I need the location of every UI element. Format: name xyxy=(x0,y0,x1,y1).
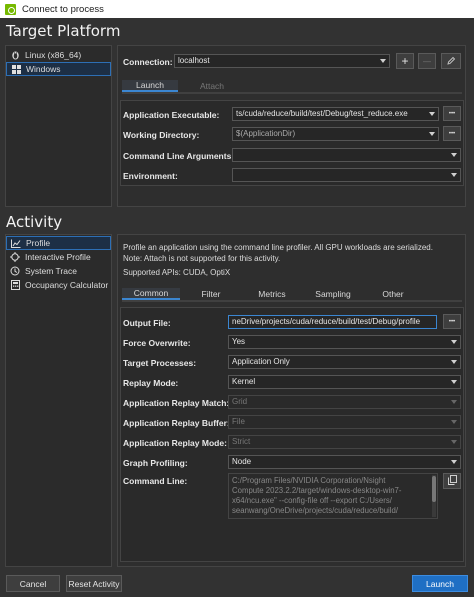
chevron-down-icon[interactable] xyxy=(426,127,438,141)
chevron-down-icon[interactable] xyxy=(377,54,389,68)
window-titlebar: Connect to process xyxy=(0,0,474,18)
activity-heading: Activity xyxy=(6,213,63,231)
command-line-text: seanwang/OneDrive/projects/cuda/reduce/b… xyxy=(232,506,398,515)
target-processes-label: Target Processes: xyxy=(123,358,197,368)
command-line-scrollbar[interactable] xyxy=(432,475,436,517)
activity-description-line: Supported APIs: CUDA, OptiX xyxy=(123,268,231,277)
browse-working-directory-button[interactable]: ••• xyxy=(443,126,461,141)
command-line-arguments-label: Command Line Arguments: xyxy=(123,151,235,161)
scrollbar-thumb[interactable] xyxy=(432,476,436,502)
activity-label-occupancy-calculator: Occupancy Calculator xyxy=(25,280,109,290)
target-processes-select[interactable]: Application Only xyxy=(228,355,461,369)
chevron-down-icon[interactable] xyxy=(426,107,438,121)
command-line-text: x64/ncu.exe" --config-file off --export … xyxy=(232,496,392,505)
application-replay-mode-select[interactable]: Strict xyxy=(228,435,461,449)
launch-button[interactable]: Launch xyxy=(412,575,468,592)
add-connection-button[interactable]: + xyxy=(396,53,414,69)
activity-label-profile: Profile xyxy=(26,238,51,248)
chevron-down-icon xyxy=(448,395,460,409)
application-replay-match-select[interactable]: Grid xyxy=(228,395,461,409)
windows-icon xyxy=(11,64,21,74)
profile-chart-icon xyxy=(11,238,21,248)
platform-label-linux: Linux (x86_64) xyxy=(25,50,82,60)
command-line-text: Compute 2023.2.2/target/windows-desktop-… xyxy=(232,486,402,495)
chevron-down-icon[interactable] xyxy=(448,148,460,162)
output-file-field[interactable]: neDrive/projects/cuda/reduce/build/test/… xyxy=(228,315,437,329)
replay-mode-select[interactable]: Kernel xyxy=(228,375,461,389)
platform-item-linux[interactable]: Linux (x86_64) xyxy=(6,48,111,62)
command-line-arguments-field[interactable] xyxy=(232,148,461,162)
application-replay-buffer-label: Application Replay Buffer: xyxy=(123,418,230,428)
activity-description: Profile an application using the command… xyxy=(123,242,463,278)
chevron-down-icon[interactable] xyxy=(448,168,460,182)
connection-label: Connection: xyxy=(123,57,173,67)
activity-tabs-underline xyxy=(122,300,462,302)
chevron-down-icon[interactable] xyxy=(448,375,460,389)
remove-connection-button[interactable]: — xyxy=(418,53,436,69)
graph-profiling-select[interactable]: Node xyxy=(228,455,461,469)
activity-item-interactive-profile[interactable]: Interactive Profile xyxy=(6,250,111,264)
interactive-profile-icon xyxy=(10,252,20,262)
activity-description-line: Note: Attach is not supported for this a… xyxy=(123,254,281,263)
command-line-label: Command Line: xyxy=(123,476,188,486)
graph-profiling-label: Graph Profiling: xyxy=(123,458,188,468)
cancel-button[interactable]: Cancel xyxy=(6,575,60,592)
application-replay-match-label: Application Replay Match: xyxy=(123,398,230,408)
browse-executable-button[interactable]: ••• xyxy=(443,106,461,121)
output-file-label: Output File: xyxy=(123,318,171,328)
activity-label-system-trace: System Trace xyxy=(25,266,77,276)
linux-icon xyxy=(10,50,20,60)
activity-item-system-trace[interactable]: System Trace xyxy=(6,264,111,278)
copy-command-line-button[interactable] xyxy=(443,473,461,489)
tab-sampling[interactable]: Sampling xyxy=(304,288,362,300)
target-platform-heading: Target Platform xyxy=(6,22,121,40)
window-title: Connect to process xyxy=(22,3,104,15)
application-executable-label: Application Executable: xyxy=(123,110,220,120)
activity-item-occupancy-calculator[interactable]: Occupancy Calculator xyxy=(6,278,111,292)
working-directory-label: Working Directory: xyxy=(123,130,200,140)
tab-attach[interactable]: Attach xyxy=(184,80,240,92)
chevron-down-icon xyxy=(448,415,460,429)
tab-metrics[interactable]: Metrics xyxy=(244,288,300,300)
edit-connection-button[interactable] xyxy=(441,53,461,69)
platform-item-windows[interactable]: Windows xyxy=(6,62,111,76)
chevron-down-icon xyxy=(448,435,460,449)
platform-label-windows: Windows xyxy=(26,64,61,74)
application-replay-buffer-select[interactable]: File xyxy=(228,415,461,429)
environment-label: Environment: xyxy=(123,171,178,181)
platform-list: Linux (x86_64) Windows xyxy=(5,45,112,207)
copy-icon xyxy=(447,475,457,487)
activity-description-line: Profile an application using the command… xyxy=(123,243,433,252)
activity-label-interactive-profile: Interactive Profile xyxy=(25,252,91,262)
connection-select[interactable]: localhost xyxy=(174,54,390,68)
command-line-text: C:/Program Files/NVIDIA Corporation/Nsig… xyxy=(232,476,386,485)
chevron-down-icon[interactable] xyxy=(448,455,460,469)
activity-list: Profile Interactive Profile System Trace… xyxy=(5,234,112,567)
application-executable-field[interactable]: ts/cuda/reduce/build/test/Debug/test_red… xyxy=(232,107,439,121)
working-directory-field[interactable]: $(ApplicationDir) xyxy=(232,127,439,141)
application-replay-mode-label: Application Replay Mode: xyxy=(123,438,227,448)
replay-mode-label: Replay Mode: xyxy=(123,378,179,388)
tab-launch[interactable]: Launch xyxy=(122,80,178,92)
tab-common[interactable]: Common xyxy=(122,288,180,300)
calculator-icon xyxy=(10,280,20,290)
chevron-down-icon[interactable] xyxy=(448,335,460,349)
reset-activity-button[interactable]: Reset Activity xyxy=(66,575,122,592)
tab-other[interactable]: Other xyxy=(365,288,421,300)
environment-field[interactable] xyxy=(232,168,461,182)
launch-tabs-underline xyxy=(122,92,462,94)
system-trace-icon xyxy=(10,266,20,276)
tab-filter[interactable]: Filter xyxy=(183,288,239,300)
activity-item-profile[interactable]: Profile xyxy=(6,236,111,250)
browse-output-file-button[interactable]: ••• xyxy=(443,314,461,329)
force-overwrite-label: Force Overwrite: xyxy=(123,338,191,348)
chevron-down-icon[interactable] xyxy=(448,355,460,369)
command-line-preview: C:/Program Files/NVIDIA Corporation/Nsig… xyxy=(228,473,438,519)
nsight-app-icon xyxy=(5,3,16,15)
pencil-icon xyxy=(446,56,456,67)
force-overwrite-select[interactable]: Yes xyxy=(228,335,461,349)
